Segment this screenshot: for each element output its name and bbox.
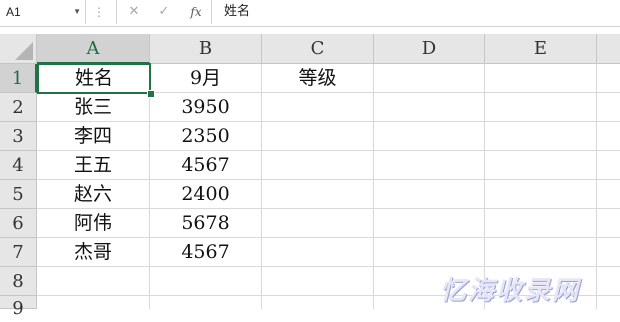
row-header-5[interactable]: 5 (0, 180, 37, 209)
more-vertical-icon: ⋮ (93, 5, 105, 19)
cell-a8[interactable] (37, 267, 150, 296)
cell-e3[interactable] (485, 122, 597, 151)
row-header-2[interactable]: 2 (0, 93, 37, 122)
column-header-overflow (597, 34, 620, 64)
cell-c3[interactable] (262, 122, 374, 151)
cell-a3[interactable]: 李四 (37, 122, 150, 151)
cell-b5[interactable]: 2400 (150, 180, 262, 209)
cell-a6[interactable]: 阿伟 (37, 209, 150, 238)
cell-e7[interactable] (485, 238, 597, 267)
cell-f4[interactable] (597, 151, 620, 180)
cell-b1[interactable]: 9月 (150, 64, 262, 93)
cell-b9[interactable] (150, 296, 262, 309)
cell-a4[interactable]: 王五 (37, 151, 150, 180)
cell-a9[interactable] (37, 296, 150, 309)
cell-c4[interactable] (262, 151, 374, 180)
row-header-4[interactable]: 4 (0, 151, 37, 180)
cell-d7[interactable] (374, 238, 485, 267)
row-header-7[interactable]: 7 (0, 238, 37, 267)
column-header-c[interactable]: C (262, 34, 374, 64)
cell-e1[interactable] (485, 64, 597, 93)
fill-handle[interactable] (147, 90, 155, 98)
column-header-b[interactable]: B (150, 34, 262, 64)
cell-a5[interactable]: 赵六 (37, 180, 150, 209)
row-header-8[interactable]: 8 (0, 267, 37, 296)
formula-input[interactable]: 姓名 (224, 0, 250, 24)
cell-d6[interactable] (374, 209, 485, 238)
row-header-9[interactable]: 9 (0, 296, 37, 319)
cell-c6[interactable] (262, 209, 374, 238)
close-icon[interactable]: ✕ (123, 0, 145, 24)
cell-b4[interactable]: 4567 (150, 151, 262, 180)
name-box-value: A1 (6, 5, 21, 19)
row-header-1[interactable]: 1 (0, 64, 37, 93)
cell-f5[interactable] (597, 180, 620, 209)
select-all-button[interactable] (0, 34, 37, 64)
cell-d5[interactable] (374, 180, 485, 209)
cell-f9[interactable] (597, 296, 620, 309)
cell-c5[interactable] (262, 180, 374, 209)
cell-a1[interactable]: 姓名 (37, 63, 151, 94)
cell-d4[interactable] (374, 151, 485, 180)
cell-a7[interactable]: 杰哥 (37, 238, 150, 267)
cell-e4[interactable] (485, 151, 597, 180)
cell-f3[interactable] (597, 122, 620, 151)
row-header-6[interactable]: 6 (0, 209, 37, 238)
chevron-down-icon[interactable]: ▼ (73, 0, 81, 24)
cell-f6[interactable] (597, 209, 620, 238)
cell-c2[interactable] (262, 93, 374, 122)
watermark: 忆海收录网 (440, 276, 581, 306)
cell-d2[interactable] (374, 93, 485, 122)
name-box[interactable]: A1 ▼ (0, 0, 86, 24)
cell-b7[interactable]: 4567 (150, 238, 262, 267)
cell-f8[interactable] (597, 267, 620, 296)
cell-e5[interactable] (485, 180, 597, 209)
cell-c9[interactable] (262, 296, 374, 309)
cell-c1[interactable]: 等级 (262, 64, 374, 93)
cell-e2[interactable] (485, 93, 597, 122)
cell-b2[interactable]: 3950 (150, 93, 262, 122)
cell-a2[interactable]: 张三 (37, 93, 150, 122)
cell-f1[interactable] (597, 64, 620, 93)
column-header-a[interactable]: A (37, 34, 150, 64)
column-header-e[interactable]: E (485, 34, 597, 64)
check-icon[interactable]: ✓ (153, 0, 175, 24)
cell-e6[interactable] (485, 209, 597, 238)
formula-buttons: ✕ ✓ fx (116, 0, 212, 24)
cell-f7[interactable] (597, 238, 620, 267)
cell-f2[interactable] (597, 93, 620, 122)
cell-d1[interactable] (374, 64, 485, 93)
cell-c7[interactable] (262, 238, 374, 267)
row-header-3[interactable]: 3 (0, 122, 37, 151)
cell-c8[interactable] (262, 267, 374, 296)
cell-b3[interactable]: 2350 (150, 122, 262, 151)
insert-function-button[interactable]: fx (185, 0, 207, 24)
cell-b6[interactable]: 5678 (150, 209, 262, 238)
cell-d3[interactable] (374, 122, 485, 151)
formula-bar: A1 ▼ ⋮ ✕ ✓ fx 姓名 (0, 0, 620, 27)
column-header-d[interactable]: D (374, 34, 485, 64)
cell-b8[interactable] (150, 267, 262, 296)
